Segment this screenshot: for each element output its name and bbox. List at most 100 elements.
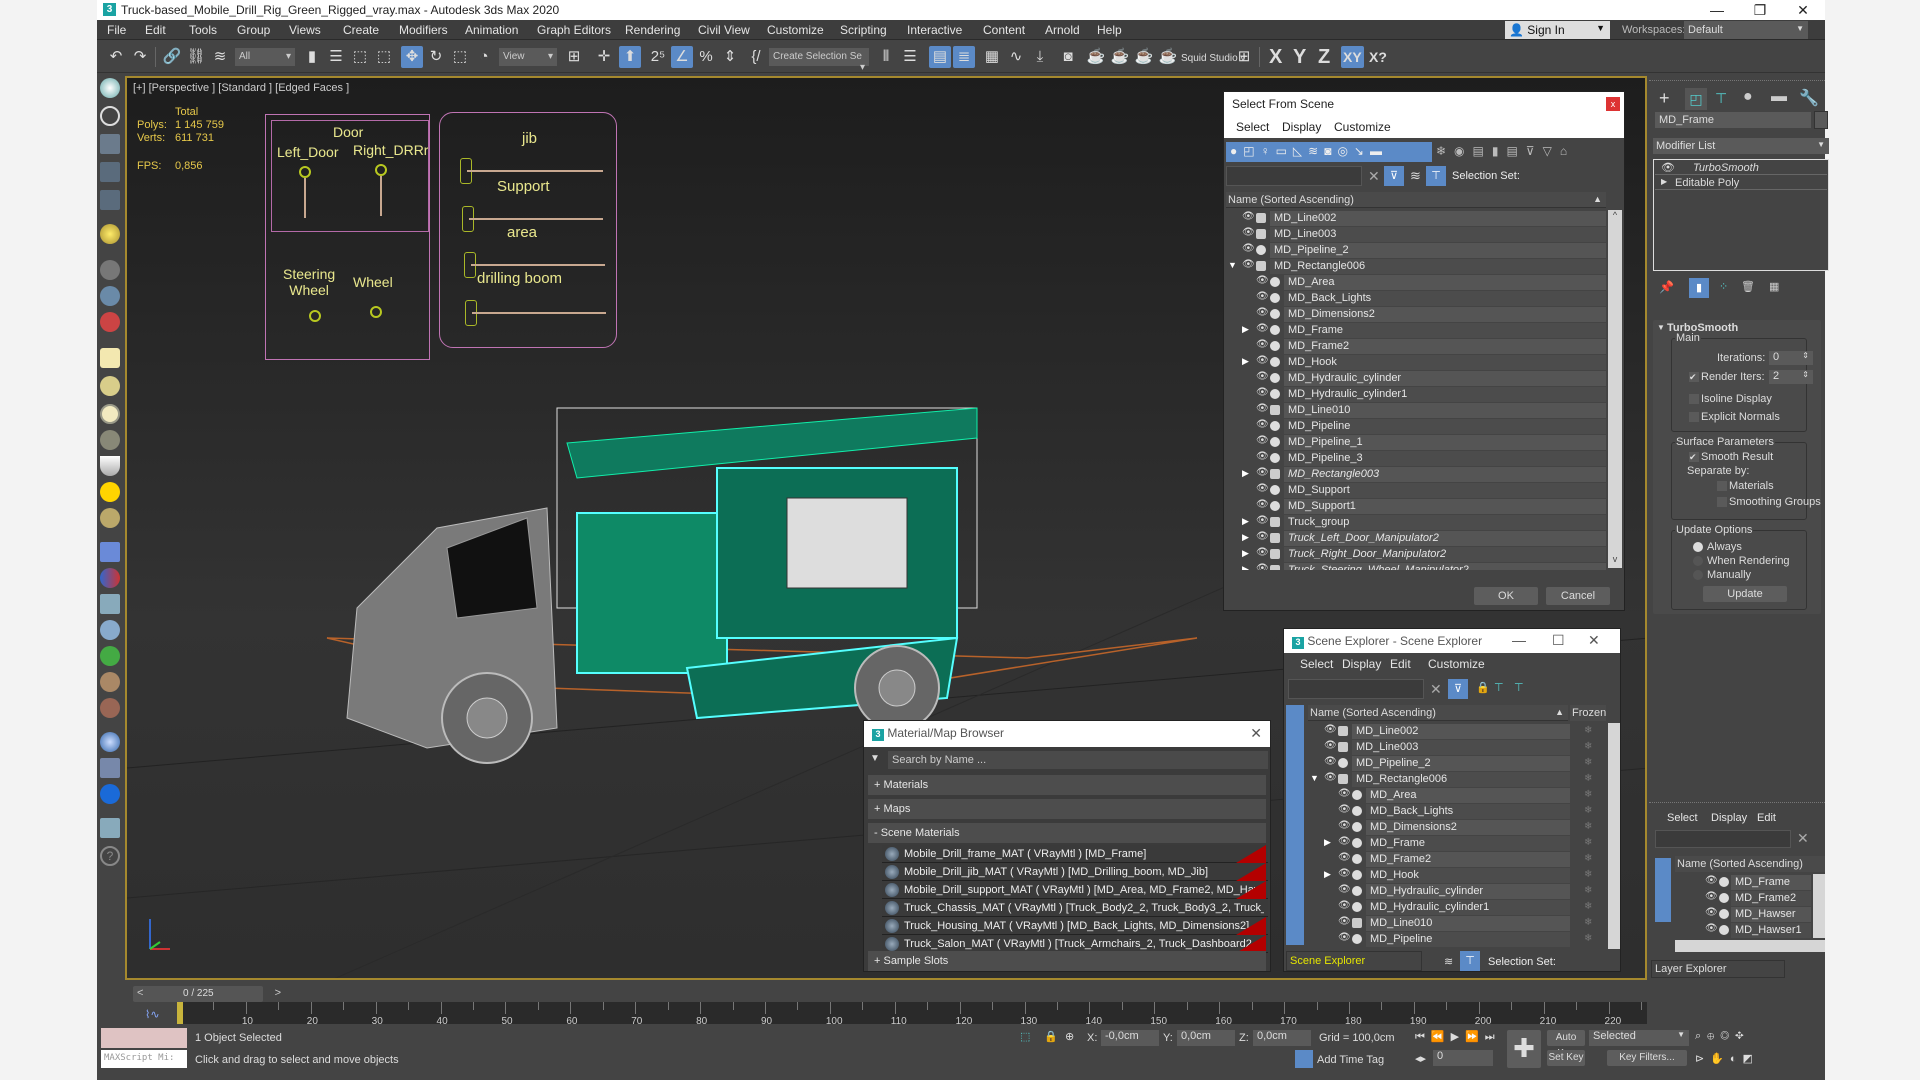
render-production-icon[interactable]: ☕ <box>1133 46 1155 68</box>
clear-search-icon[interactable]: ✕ <box>1430 681 1442 698</box>
expand-arrow-icon[interactable]: ▶ <box>1242 548 1249 559</box>
lock-icon[interactable]: 🔒 <box>1476 681 1490 694</box>
menu-edit[interactable]: Edit <box>145 23 166 37</box>
material-row[interactable]: Mobile_Drill_support_MAT ( VRayMtl ) [MD… <box>882 881 1268 899</box>
vray-camera-icon[interactable] <box>100 286 120 306</box>
close-icon[interactable]: x <box>1606 97 1620 111</box>
scene-states-icon[interactable] <box>100 162 120 182</box>
expand-arrow-icon[interactable]: ▶ <box>1242 468 1249 479</box>
visibility-eye-icon[interactable]: 👁 <box>1338 868 1351 879</box>
layer-menu-select[interactable]: Select <box>1667 812 1698 824</box>
tree-row[interactable]: 👁 MD_Hydraulic_cylinder <box>1226 370 1606 386</box>
tree-row[interactable]: ▶ 👁 MD_Frame <box>1308 835 1570 851</box>
frozen-toggle-icon[interactable]: ❄ <box>1584 773 1592 784</box>
expand-arrow-icon[interactable]: ▶ <box>1242 516 1249 527</box>
proxy-icon[interactable] <box>100 594 120 614</box>
visibility-eye-icon[interactable]: 👁 <box>1338 932 1351 943</box>
tree-row[interactable]: 👁 MD_Pipeline_2 <box>1226 242 1606 258</box>
sign-in-dropdown[interactable]: 👤 Sign In ▼ <box>1505 21 1610 39</box>
visibility-eye-icon[interactable]: 👁 <box>1705 923 1718 934</box>
tree-row[interactable]: 👁 MD_Line010 <box>1308 915 1570 931</box>
tree-row[interactable]: 👁 MD_Frame2 <box>1226 338 1606 354</box>
percent-snap-icon[interactable]: % <box>695 46 717 68</box>
select-by-name-icon[interactable]: ☰ <box>325 46 347 68</box>
scene-search-input[interactable] <box>1288 679 1424 699</box>
disc-light-icon[interactable] <box>100 404 120 424</box>
visibility-eye-icon[interactable]: 👁 <box>1338 804 1351 815</box>
mirror-icon[interactable]: ⫴ <box>875 46 897 68</box>
selection-filter-dropdown[interactable]: All ▾ <box>235 48 295 66</box>
visibility-eye-icon[interactable]: 👁 <box>1338 852 1351 863</box>
frozen-toggle-icon[interactable]: ❄ <box>1584 837 1592 848</box>
bind-space-warp-icon[interactable]: ≋ <box>209 46 231 68</box>
select-and-scale-icon[interactable]: ⬚ <box>449 46 471 68</box>
filter-type-icons[interactable]: ●◰♀▭◺≋◙◎↘▬ <box>1230 144 1388 158</box>
select-and-rotate-icon[interactable]: ↻ <box>425 46 447 68</box>
menu-select[interactable]: Select <box>1236 120 1269 134</box>
material-editor-icon[interactable]: ◙ <box>1057 46 1079 68</box>
reference-coordinate-dropdown[interactable]: View ▾ <box>499 48 557 66</box>
import-icon[interactable] <box>100 818 120 838</box>
visibility-eye-icon[interactable]: 👁 <box>1256 403 1269 414</box>
visibility-eye-icon[interactable]: 👁 <box>1338 836 1351 847</box>
tree-row[interactable]: ▼ 👁 MD_Rectangle006 <box>1226 258 1606 274</box>
constrain-xy-button[interactable]: XY <box>1341 46 1364 68</box>
frozen-toggle-icon[interactable]: ❄ <box>1584 901 1592 912</box>
menu-help[interactable]: Help <box>1097 23 1122 37</box>
cancel-button[interactable]: Cancel <box>1546 587 1610 605</box>
menu-file[interactable]: File <box>107 23 126 37</box>
menu-create[interactable]: Create <box>343 23 379 37</box>
visibility-eye-icon[interactable]: 👁 <box>1324 756 1337 767</box>
scroll-up-icon[interactable]: ^ <box>1608 210 1622 224</box>
redo-icon[interactable]: ↷ <box>129 46 151 68</box>
viewport-nav-controls-top[interactable]: ⌕⊕◎✥ <box>1695 1030 1750 1043</box>
viewport-nav-controls-bottom[interactable]: ⊳✋◐◩ <box>1695 1052 1759 1065</box>
clear-search-icon[interactable]: ✕ <box>1797 830 1809 847</box>
tree-row[interactable]: 👁 MD_Pipeline <box>1308 931 1570 947</box>
tree-row[interactable]: ▶ 👁 Truck_Steering_Wheel_Manipulator2 <box>1226 562 1606 570</box>
vertical-scrollbar[interactable]: ^ v <box>1608 210 1622 568</box>
dome-light-icon[interactable] <box>100 376 120 396</box>
hierarchy-tab-icon[interactable]: ⊤ <box>1715 90 1727 107</box>
frozen-toggle-icon[interactable]: ❄ <box>1584 885 1592 896</box>
menu-select[interactable]: Select <box>1300 657 1333 671</box>
next-frame-button[interactable]: > <box>275 987 281 999</box>
menu-arnold[interactable]: Arnold <box>1045 23 1080 37</box>
menu-modifiers[interactable]: Modifiers <box>399 23 448 37</box>
visibility-eye-icon[interactable]: 👁 <box>1256 419 1269 430</box>
tree-row[interactable]: 👁 MD_Pipeline_3 <box>1226 450 1606 466</box>
hierarchy-icon[interactable]: ⊤ <box>1460 951 1480 971</box>
grass-icon[interactable] <box>100 646 120 666</box>
material-sphere-icon[interactable] <box>100 732 120 752</box>
visibility-eye-icon[interactable]: 👁 <box>1338 900 1351 911</box>
search-options-icon[interactable]: ▼ <box>870 753 880 764</box>
rectangular-selection-icon[interactable]: ⬚ <box>349 46 371 68</box>
instancer-icon[interactable] <box>100 542 120 562</box>
add-time-tag[interactable]: Add Time Tag <box>1317 1054 1384 1066</box>
time-tag-icon[interactable] <box>1295 1050 1313 1068</box>
tree-row[interactable]: 👁 MD_Frame2 <box>1308 851 1570 867</box>
camera-icon[interactable] <box>100 260 120 280</box>
rendered-frame-window-icon[interactable]: ☕ <box>1109 46 1131 68</box>
menu-animation[interactable]: Animation <box>465 23 518 37</box>
layers-icon[interactable]: ≋ <box>1444 955 1453 968</box>
object-type-filters[interactable]: ●◰♀▭◺≋◙◎↘▬ <box>1226 142 1432 162</box>
scene-explorer-dropdown[interactable]: Scene Explorer <box>1286 951 1422 971</box>
select-object-icon[interactable]: ▮ <box>301 46 323 68</box>
tree-row[interactable]: ▶ 👁 MD_Frame <box>1226 322 1606 338</box>
expand-all-icon[interactable]: ⊤ <box>1494 681 1504 694</box>
visibility-eye-icon[interactable]: 👁 <box>1338 820 1351 831</box>
menu-tools[interactable]: Tools <box>189 23 217 37</box>
tree-row[interactable]: 👁 MD_Area <box>1308 787 1570 803</box>
stack-item-editable-poly[interactable]: ▶ Editable Poly <box>1655 176 1827 190</box>
motion-tab-icon[interactable]: ● <box>1743 88 1753 106</box>
time-slider-handle[interactable] <box>177 1002 183 1024</box>
ies-light-icon[interactable] <box>100 456 120 476</box>
maximize-icon[interactable]: ☐ <box>1552 632 1565 649</box>
collapse-arrow-icon[interactable]: ▼ <box>1228 260 1237 270</box>
material-row[interactable]: Truck_Housing_MAT ( VRayMtl ) [MD_Back_L… <box>882 917 1268 935</box>
utilities-tab-icon[interactable]: 🔧 <box>1799 88 1819 108</box>
tree-row[interactable]: ▶ 👁 Truck_Right_Door_Manipulator2 <box>1226 546 1606 562</box>
tree-row[interactable]: ▶ 👁 MD_Rectangle003 <box>1226 466 1606 482</box>
expand-arrow-icon[interactable]: ▶ <box>1242 324 1249 335</box>
